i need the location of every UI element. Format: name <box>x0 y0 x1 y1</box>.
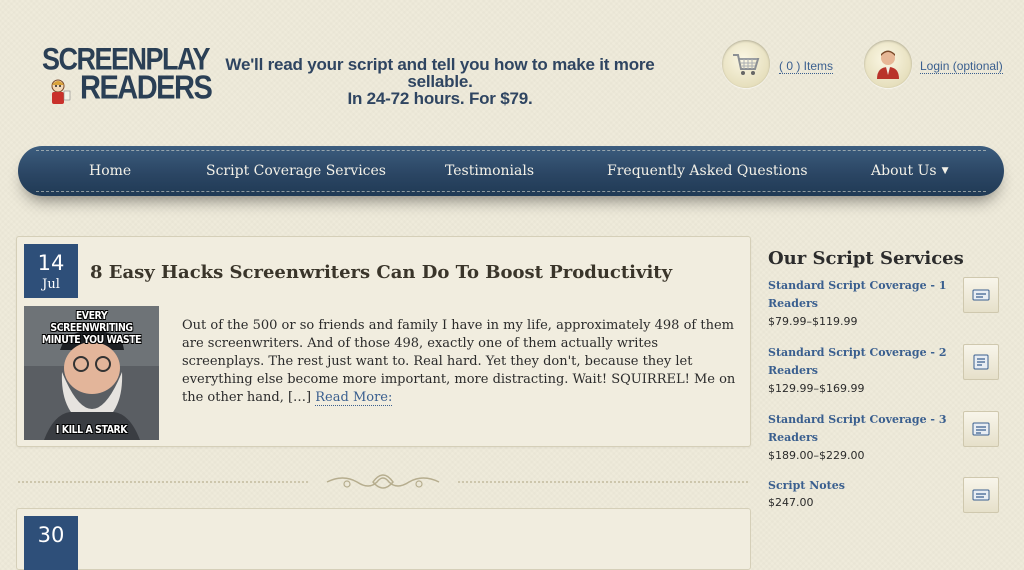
read-more-link[interactable]: Read More: <box>315 390 393 406</box>
service-icon-button[interactable] <box>963 411 999 447</box>
post-date-day: 30 <box>37 523 65 547</box>
sidebar-title: Our Script Services <box>768 248 964 269</box>
post-thumbnail-image[interactable]: EVERY SCREENWRITING MINUTE YOU WASTE I K… <box>24 306 159 440</box>
login-link[interactable]: Login (optional) <box>920 59 1003 74</box>
service-name-link[interactable]: Script Notes <box>768 477 948 495</box>
nav-item-home[interactable]: Home <box>89 163 131 179</box>
service-icon-button[interactable] <box>963 477 999 513</box>
post-title-link[interactable]: 8 Easy Hacks Screenwriters Can Do To Boo… <box>90 262 672 284</box>
ornament-flourish-icon <box>326 474 440 489</box>
nav-item-testimonials[interactable]: Testimonials <box>445 163 534 179</box>
post-divider <box>16 470 751 494</box>
service-item: Script Notes $247.00 <box>768 477 1008 537</box>
chevron-down-icon: ▼ <box>941 166 949 176</box>
divider-line-right <box>458 481 748 483</box>
post-date-badge: 14 Jul <box>24 244 78 298</box>
tagline-line-2: In 24-72 hours. For $79. <box>347 89 533 108</box>
service-name-link[interactable]: Standard Script Coverage - 1 Readers <box>768 277 948 313</box>
post-excerpt-text: Out of the 500 or so friends and family … <box>182 318 736 405</box>
thumbnail-caption-bottom: I KILL A STARK <box>55 423 128 436</box>
mascot-icon <box>51 79 71 104</box>
post-date-badge: 30 <box>24 516 78 570</box>
service-item: Standard Script Coverage - 2 Readers $12… <box>768 344 1008 404</box>
coverage-1-icon <box>972 289 990 301</box>
service-item: Standard Script Coverage - 1 Readers $79… <box>768 277 1008 337</box>
nav-item-faq[interactable]: Frequently Asked Questions <box>607 163 808 179</box>
service-name-link[interactable]: Standard Script Coverage - 2 Readers <box>768 344 948 380</box>
logo-text-bottom: READERS <box>80 69 213 107</box>
post-excerpt: Out of the 500 or so friends and family … <box>182 317 742 407</box>
user-avatar-icon <box>877 50 899 79</box>
nav-item-about-us[interactable]: About Us ▼ <box>871 163 949 179</box>
main-navigation: Home Script Coverage Services Testimonia… <box>18 146 1004 196</box>
nav-item-about-us-label: About Us <box>871 163 937 179</box>
tagline-line-1: We'll read your script and tell you how … <box>225 55 655 91</box>
post-date-day: 14 <box>37 251 65 275</box>
shopping-cart-icon <box>733 54 760 75</box>
post-date-month: Jul <box>42 277 60 292</box>
service-price: $247.00 <box>768 496 814 509</box>
coverage-2-icon <box>973 354 989 370</box>
blog-post-card: 14 Jul 8 Easy Hacks Screenwriters Can Do… <box>16 236 751 447</box>
service-item: Standard Script Coverage - 3 Readers $18… <box>768 411 1008 471</box>
coverage-3-icon <box>972 422 990 436</box>
site-tagline: We'll read your script and tell you how … <box>200 56 680 107</box>
divider-line-left <box>18 481 308 483</box>
thumbnail-caption-top: EVERY SCREENWRITING MINUTE YOU WASTE <box>41 309 142 346</box>
service-name-link[interactable]: Standard Script Coverage - 3 Readers <box>768 411 948 447</box>
login-avatar-button[interactable] <box>864 40 912 88</box>
cart-items-link[interactable]: ( 0 ) Items <box>779 59 834 74</box>
service-icon-button[interactable] <box>963 277 999 313</box>
service-price: $79.99–$119.99 <box>768 315 858 328</box>
nav-item-script-coverage-services[interactable]: Script Coverage Services <box>206 163 386 179</box>
service-icon-button[interactable] <box>963 344 999 380</box>
service-price: $189.00–$229.00 <box>768 449 865 462</box>
blog-post-card: 30 <box>16 508 751 570</box>
cart-button[interactable] <box>722 40 770 88</box>
service-price: $129.99–$169.99 <box>768 382 865 395</box>
site-logo[interactable]: SCREENPLAY READERS <box>38 43 213 106</box>
script-notes-icon <box>972 489 990 501</box>
